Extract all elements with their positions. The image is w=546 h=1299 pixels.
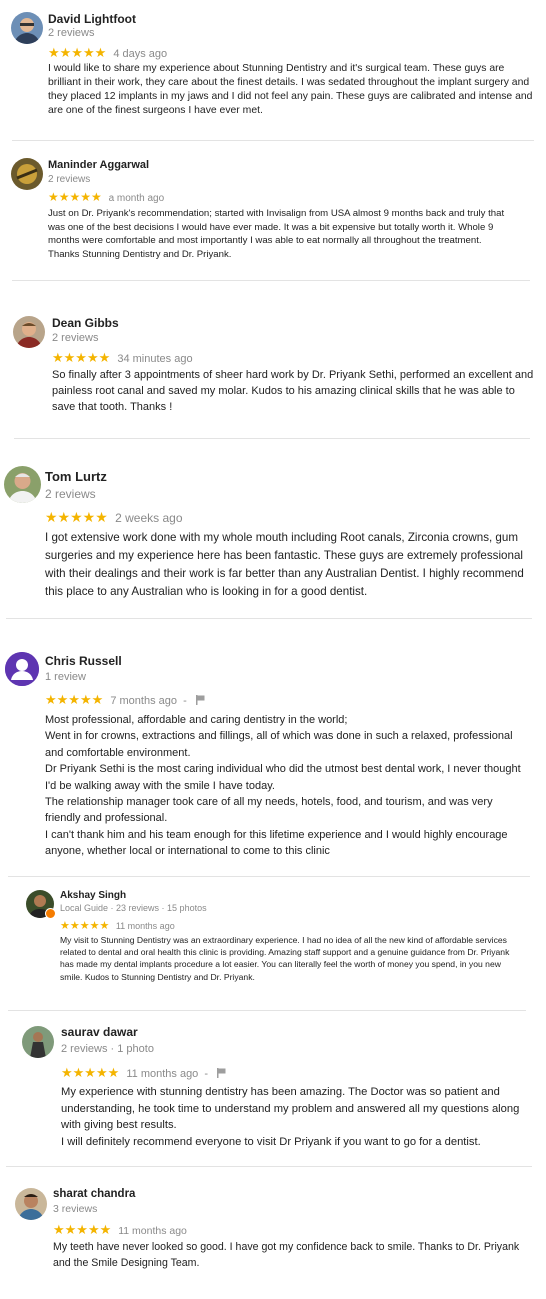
reviewer-meta: 2 reviews <box>45 487 96 501</box>
divider <box>6 1166 532 1167</box>
rating-row: ★★★★★ 11 months ago - <box>61 1065 226 1081</box>
reviewer-meta: 2 reviews · 1 photo <box>61 1043 154 1055</box>
review-time: a month ago <box>108 193 165 204</box>
review-paragraph: My teeth have never looked so good. I ha… <box>53 1241 520 1269</box>
flag-icon[interactable] <box>195 695 205 706</box>
reviewer-name[interactable]: saurav dawar <box>61 1025 138 1039</box>
reviewer-name[interactable]: sharat chandra <box>53 1188 135 1200</box>
divider <box>8 876 530 877</box>
reviewer-name[interactable]: David Lightfoot <box>48 12 136 26</box>
review-text: Just on Dr. Priyank's recommendation; st… <box>48 207 510 261</box>
avatar[interactable] <box>15 1188 47 1220</box>
avatar[interactable] <box>4 466 41 503</box>
review-paragraph: I would like to share my experience abou… <box>48 63 533 116</box>
avatar[interactable] <box>11 158 43 190</box>
star-rating: ★★★★★ <box>60 920 110 932</box>
divider <box>12 280 530 281</box>
review-card: Maninder Aggarwal 2 reviews ★★★★★ a mont… <box>0 150 546 280</box>
review-text: So finally after 3 appointments of sheer… <box>52 367 534 415</box>
review-time: 11 months ago <box>115 921 175 931</box>
avatar[interactable] <box>11 12 43 44</box>
rating-row: ★★★★★ 34 minutes ago <box>52 350 193 366</box>
review-paragraph: So finally after 3 appointments of sheer… <box>52 369 534 413</box>
review-paragraph: I will definitely recommend everyone to … <box>61 1135 481 1148</box>
star-rating: ★★★★★ <box>45 692 104 707</box>
review-time: 4 days ago <box>113 48 168 60</box>
review-paragraph: Most professional, affordable and caring… <box>45 714 348 726</box>
reviewer-name[interactable]: Maninder Aggarwal <box>48 159 149 171</box>
divider <box>8 1010 526 1011</box>
star-rating: ★★★★★ <box>61 1065 120 1080</box>
reviewer-name[interactable]: Tom Lurtz <box>45 469 107 484</box>
review-paragraph: The relationship manager took care of al… <box>45 796 493 825</box>
review-paragraph: I got extensive work done with my whole … <box>45 531 524 598</box>
star-rating: ★★★★★ <box>45 509 108 525</box>
review-text: My visit to Stunning Dentistry was an ex… <box>60 934 522 983</box>
rating-row: ★★★★★ 11 months ago <box>53 1222 187 1238</box>
review-time: 11 months ago <box>118 1225 187 1237</box>
avatar[interactable] <box>5 652 39 686</box>
reviewer-meta: 2 reviews <box>48 27 95 39</box>
review-card: Tom Lurtz 2 reviews ★★★★★ 2 weeks ago I … <box>0 450 546 618</box>
rating-row: ★★★★★ 7 months ago - <box>45 692 205 708</box>
reviewer-name[interactable]: Chris Russell <box>45 654 122 668</box>
review-text: My experience with stunning dentistry ha… <box>61 1084 529 1150</box>
star-rating: ★★★★★ <box>48 190 102 204</box>
review-text: My teeth have never looked so good. I ha… <box>53 1240 529 1271</box>
review-text: Most professional, affordable and caring… <box>45 712 523 860</box>
review-card: saurav dawar 2 reviews · 1 photo ★★★★★ 1… <box>0 1018 546 1166</box>
star-rating: ★★★★★ <box>48 45 107 60</box>
review-card: sharat chandra 3 reviews ★★★★★ 11 months… <box>0 1180 546 1290</box>
reviewer-name[interactable]: Dean Gibbs <box>52 316 119 330</box>
review-time: 11 months ago <box>126 1068 199 1080</box>
reviewer-meta: 1 review <box>45 671 86 683</box>
avatar[interactable] <box>22 1026 54 1058</box>
review-text: I got extensive work done with my whole … <box>45 529 542 601</box>
flag-icon[interactable] <box>217 1068 226 1079</box>
review-paragraph: Went in for crowns, extractions and fill… <box>45 730 513 759</box>
review-time: 34 minutes ago <box>117 353 193 365</box>
rating-row: ★★★★★ 2 weeks ago <box>45 509 183 526</box>
rating-row: ★★★★★ a month ago <box>48 190 164 204</box>
local-guide-badge-icon <box>45 908 56 919</box>
review-paragraph: My visit to Stunning Dentistry was an ex… <box>60 935 510 982</box>
review-paragraph: Dr Priyank Sethi is the most caring indi… <box>45 763 521 792</box>
divider <box>12 140 534 141</box>
reviewer-meta: 2 reviews <box>52 332 99 344</box>
separator: - <box>204 1068 209 1080</box>
review-card: Chris Russell 1 review ★★★★★ 7 months ag… <box>0 640 546 872</box>
divider <box>6 618 532 619</box>
reviewer-meta: Local Guide · 23 reviews · 15 photos <box>60 903 207 913</box>
separator: - <box>183 695 187 707</box>
review-text: I would like to share my experience abou… <box>48 62 540 118</box>
review-time: 2 weeks ago <box>115 511 183 525</box>
review-card: Dean Gibbs 2 reviews ★★★★★ 34 minutes ag… <box>0 300 546 438</box>
review-paragraph: Just on Dr. Priyank's recommendation; st… <box>48 208 505 260</box>
star-rating: ★★★★★ <box>52 350 111 365</box>
reviewer-meta: 2 reviews <box>48 174 91 185</box>
reviewer-name[interactable]: Akshay Singh <box>60 890 126 901</box>
review-paragraph: I can't thank him and his team enough fo… <box>45 828 508 858</box>
divider <box>14 438 530 439</box>
avatar[interactable] <box>13 316 45 348</box>
review-time: 7 months ago <box>110 695 177 707</box>
review-paragraph: My experience with stunning dentistry ha… <box>61 1086 520 1131</box>
reviewer-meta: 3 reviews <box>53 1203 98 1215</box>
review-card: David Lightfoot 2 reviews ★★★★★ 4 days a… <box>0 0 546 140</box>
star-rating: ★★★★★ <box>53 1222 112 1237</box>
review-card: Akshay Singh Local Guide · 23 reviews · … <box>0 884 546 1004</box>
rating-row: ★★★★★ 11 months ago <box>60 919 175 932</box>
rating-row: ★★★★★ 4 days ago <box>48 45 167 61</box>
